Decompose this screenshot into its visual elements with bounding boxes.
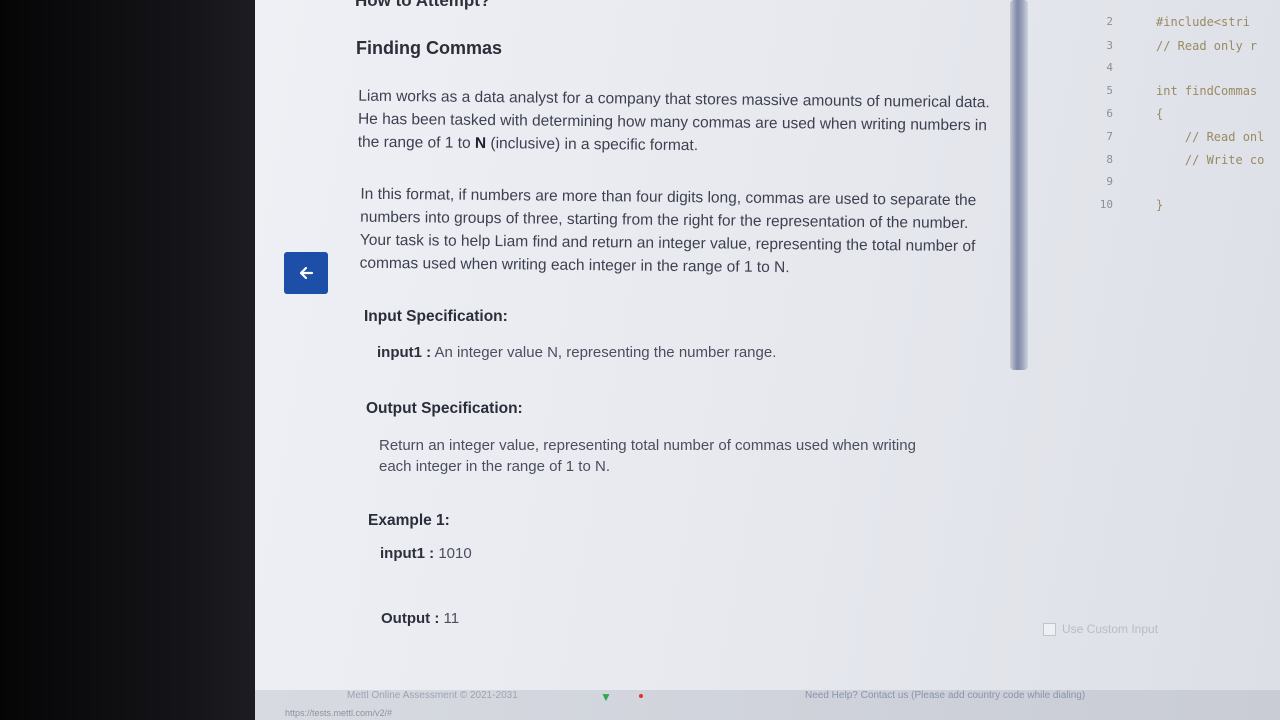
problem-title: Finding Commas	[356, 38, 503, 58]
input-spec-key: input1 :	[377, 344, 432, 361]
footer-help-link[interactable]: Need Help? Contact us (Please add countr…	[805, 690, 1085, 701]
example-output-value: 11	[443, 610, 460, 627]
monitor-bezel	[0, 0, 255, 720]
example-output-line: Output : 11	[381, 610, 459, 627]
code-editor[interactable]: 2 3 4 5 6 7 8 9 10 #include<stri // Read…	[1028, 0, 1280, 600]
recording-dot	[639, 694, 643, 698]
line-number: 3	[1106, 39, 1113, 52]
line-number: 4	[1106, 61, 1113, 74]
problem-description-1: Liam works as a data analyst for a compa…	[358, 85, 999, 161]
wifi-icon: ▼	[600, 690, 612, 704]
line-number: 6	[1106, 107, 1113, 120]
problem-description-2: In this format, if numbers are more than…	[359, 185, 977, 277]
code-line[interactable]: // Write co	[1156, 153, 1264, 167]
panel-resize-handle[interactable]	[1010, 0, 1028, 370]
line-number: 9	[1106, 175, 1113, 188]
code-line[interactable]: }	[1156, 198, 1163, 212]
output-spec-heading: Output Specification:	[366, 400, 523, 417]
code-line[interactable]: int findCommas	[1156, 84, 1257, 98]
code-line[interactable]: #include<stri	[1156, 15, 1250, 29]
screen: How to Attempt? Finding Commas Liam work…	[255, 0, 1280, 720]
status-url: https://tests.mettl.com/v2/#	[285, 708, 393, 718]
output-spec-line-1: Return an integer value, representing to…	[379, 437, 916, 454]
code-line[interactable]: // Read onl	[1156, 130, 1264, 144]
description-bold-n: N	[474, 134, 487, 152]
example-heading: Example 1:	[368, 512, 450, 529]
line-number: 2	[1106, 15, 1113, 28]
code-line[interactable]: {	[1156, 107, 1163, 121]
custom-input-toggle[interactable]: Use Custom Input	[1043, 622, 1158, 636]
description-text-b: (inclusive) in a specific format.	[486, 134, 699, 155]
example-input-line: input1 : 1010	[380, 545, 472, 562]
code-line[interactable]: // Read only r	[1156, 39, 1257, 53]
line-number: 10	[1099, 198, 1113, 211]
how-to-attempt-link[interactable]: How to Attempt?	[355, 0, 490, 11]
back-button[interactable]	[284, 252, 328, 294]
line-number: 7	[1106, 130, 1113, 143]
arrow-left-icon	[299, 266, 314, 280]
input-spec-value: An integer value N, representing the num…	[434, 344, 777, 361]
line-number: 8	[1106, 153, 1113, 166]
line-number: 5	[1106, 84, 1113, 97]
output-spec-line-2: each integer in the range of 1 to N.	[379, 458, 610, 475]
input-spec-heading: Input Specification:	[364, 308, 508, 325]
problem-panel: How to Attempt? Finding Commas Liam work…	[255, 0, 1015, 690]
example-output-key: Output :	[381, 610, 440, 627]
custom-input-label: Use Custom Input	[1062, 622, 1159, 636]
footer-copyright: Mettl Online Assessment © 2021-2031	[347, 690, 518, 701]
input-spec-line: input1 : An integer value N, representin…	[377, 344, 776, 361]
example-input-key: input1 :	[380, 545, 435, 562]
example-input-value: 1010	[438, 545, 472, 562]
custom-input-checkbox[interactable]	[1043, 622, 1056, 636]
footer: Mettl Online Assessment © 2021-2031 ▼ Ne…	[255, 690, 1280, 720]
